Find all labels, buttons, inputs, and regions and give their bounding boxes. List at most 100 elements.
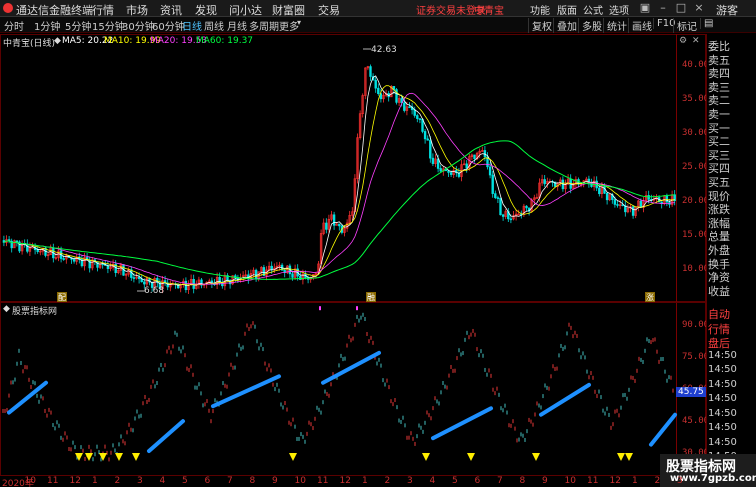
candle-body: [488, 166, 492, 176]
indicator-blue-line: [431, 406, 493, 441]
indicator-magenta-mark: [356, 306, 358, 311]
btn-tongji[interactable]: 统计: [603, 18, 627, 33]
btn-panel-toggle[interactable]: ▤: [700, 18, 713, 29]
candle-body: [491, 174, 494, 194]
indicator-yellow-signal: [617, 453, 625, 461]
period-more[interactable]: 更多: [279, 18, 299, 33]
period-daily[interactable]: 日线: [182, 18, 202, 33]
candle-body: [332, 214, 336, 226]
stock-name-title: 中青宝: [474, 6, 504, 17]
date-label: 11: [317, 476, 329, 486]
period-toolbar: 分时 1分钟 5分钟 15分钟 30分钟 60分钟 日线 周线 月线 多周期 更…: [0, 17, 756, 33]
indicator-panel-icon[interactable]: ◆: [3, 304, 10, 314]
menu-wenxiaoda[interactable]: 问小达: [229, 2, 262, 18]
price-chart-panel[interactable]: [0, 34, 706, 302]
guest-label[interactable]: 游客: [716, 2, 738, 18]
period-fenshi[interactable]: 分时: [4, 18, 24, 33]
watermark-url: www.7gpzb.com: [670, 473, 756, 484]
btn-biaoji[interactable]: 标记: [673, 18, 697, 33]
candle-body: [473, 154, 476, 159]
date-label: 11: [47, 476, 59, 486]
minimize-icon[interactable]: –: [655, 1, 671, 15]
date-label: 12: [69, 476, 81, 486]
menu-zixun[interactable]: 资讯: [160, 2, 182, 18]
candle-body: [426, 138, 429, 141]
candle-body: [647, 195, 650, 200]
candle-body: [416, 115, 419, 119]
candle-body: [418, 118, 422, 120]
more-arrow-icon[interactable]: ▾: [297, 18, 301, 27]
menu-shichang[interactable]: 市场: [126, 2, 148, 18]
candle-body: [616, 204, 619, 206]
skin-icon[interactable]: ▣: [637, 1, 653, 15]
candle-body: [254, 269, 258, 279]
period-1min[interactable]: 1分钟: [34, 18, 60, 33]
date-label: 3: [407, 476, 413, 486]
indicator-blue-line: [211, 374, 281, 409]
menu-caifuquan[interactable]: 财富圈: [272, 2, 305, 18]
date-label: 10: [294, 476, 306, 486]
date-label: 11: [587, 476, 599, 486]
app-logo-icon: [3, 3, 13, 13]
candle-body: [374, 79, 377, 89]
date-label: 8: [249, 476, 256, 486]
tick-time-label: 14:50: [708, 349, 737, 361]
indicator-yellow-signal: [625, 453, 633, 461]
period-monthly[interactable]: 月线: [227, 18, 247, 33]
app-title: 通达信金融终端: [16, 4, 93, 17]
price-chart-canvas: [2, 48, 676, 294]
menu-hangqing[interactable]: 行情: [92, 2, 114, 18]
candle-body: [494, 193, 497, 198]
candle-body: [543, 179, 546, 185]
indicator-yellow-signal: [532, 453, 540, 461]
candle-body: [338, 223, 341, 227]
period-15min[interactable]: 15分钟: [92, 18, 125, 33]
candle-body: [665, 195, 669, 203]
period-60min[interactable]: 60分钟: [152, 18, 185, 33]
candle-body: [496, 197, 500, 199]
ma-settings-icon[interactable]: ◆: [54, 36, 61, 46]
date-label: 7: [497, 476, 503, 486]
ma60-line: [3, 140, 675, 280]
indicator-panel-title: 股票指标网: [12, 307, 58, 317]
tick-time-label: 14:50: [708, 422, 737, 433]
candle-body: [270, 265, 273, 270]
date-label: 2: [654, 476, 661, 486]
date-label: 2: [114, 476, 121, 486]
candle-body: [62, 258, 65, 260]
date-label: 6: [204, 476, 211, 486]
btn-diejia[interactable]: 叠加: [553, 18, 577, 33]
period-weekly[interactable]: 周线: [204, 18, 224, 33]
close-icon[interactable]: ×: [691, 1, 707, 15]
period-30min[interactable]: 30分钟: [122, 18, 155, 33]
candle-body: [291, 273, 294, 278]
menu-gongneng[interactable]: 功能: [530, 2, 550, 17]
menu-faxian[interactable]: 发现: [195, 2, 217, 18]
title-bar: 通达信金融终端 行情 市场 资讯 发现 问小达 财富圈 交易 证券交易未登录 中…: [0, 0, 756, 17]
date-label: 12: [339, 476, 351, 486]
btn-fuquan[interactable]: 复权: [528, 18, 552, 33]
indicator-yellow-signal: [422, 453, 430, 461]
menu-banmian[interactable]: 版面: [557, 2, 577, 17]
panel-close-icon[interactable]: ✕: [692, 36, 700, 46]
indicator-blue-line: [649, 412, 677, 447]
date-label: 3: [677, 476, 683, 486]
candle-body: [439, 168, 442, 172]
ma20-line: [3, 92, 675, 285]
btn-huaxian[interactable]: 画线: [628, 18, 652, 33]
indicator-chart-panel[interactable]: [0, 302, 706, 476]
date-label: 1: [362, 476, 368, 486]
candle-body: [639, 200, 643, 208]
menu-gongshi[interactable]: 公式: [583, 2, 603, 17]
panel-settings-icon[interactable]: ⚙: [679, 36, 687, 46]
indicator-yellow-signal: [115, 453, 123, 461]
indicator-yellow-signal: [99, 453, 107, 461]
candle-body: [509, 218, 513, 221]
period-multi[interactable]: 多周期: [249, 18, 279, 33]
maximize-icon[interactable]: □: [673, 1, 689, 15]
menu-jiaoyi[interactable]: 交易: [318, 2, 340, 18]
menu-xuanxiang[interactable]: 选项: [609, 2, 629, 17]
period-5min[interactable]: 5分钟: [65, 18, 91, 33]
quote-field-label: 收益: [708, 284, 730, 298]
btn-duogu[interactable]: 多股: [578, 18, 602, 33]
